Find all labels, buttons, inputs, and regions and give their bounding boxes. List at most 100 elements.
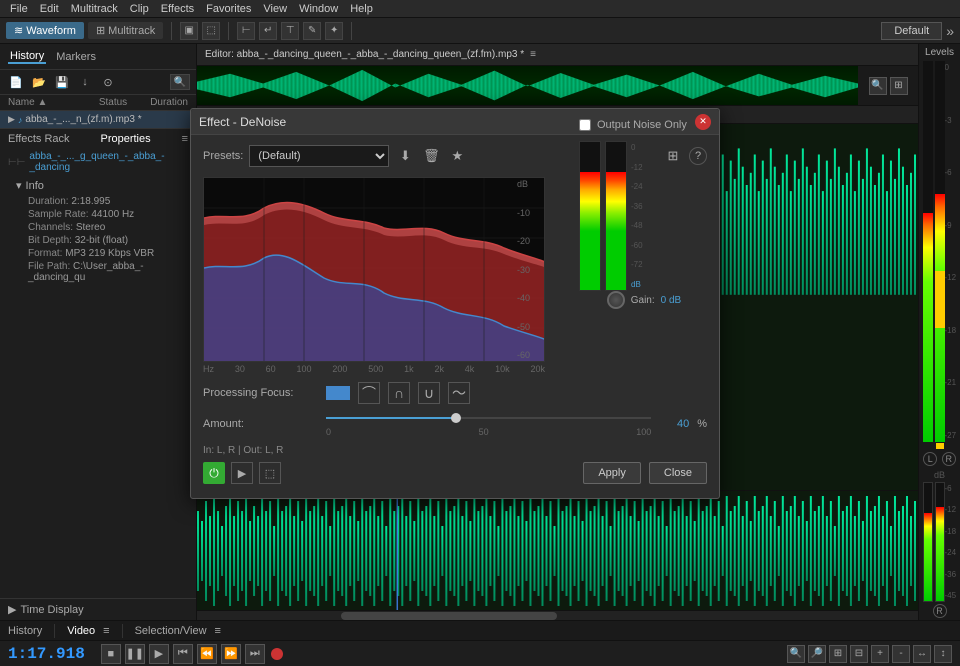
waveform-bottom-svg — [197, 491, 918, 610]
time-display: 1:17.918 — [8, 645, 85, 663]
file-record-btn[interactable]: ⊙ — [98, 73, 118, 91]
processing-label: Processing Focus: — [203, 387, 318, 399]
output-noise-row: Output Noise Only — [579, 119, 709, 131]
waveform-overview-canvas[interactable] — [197, 66, 918, 105]
gain-knob[interactable] — [607, 291, 625, 309]
menu-effects[interactable]: Effects — [155, 3, 200, 15]
pause-btn[interactable]: ❚❚ — [125, 644, 145, 664]
waveform-bottom[interactable] — [197, 490, 918, 610]
output-noise-checkbox[interactable] — [579, 119, 591, 131]
info-header[interactable]: ▾ Info — [16, 179, 180, 192]
processing-focus-btn[interactable] — [326, 386, 350, 400]
dialog-output-btn[interactable]: ⬚ — [259, 462, 281, 484]
zoom-out-btn[interactable]: 🔎 — [808, 645, 826, 663]
menu-view[interactable]: View — [257, 3, 293, 15]
presets-select[interactable]: (Default) — [249, 145, 389, 167]
waveform-icon: ≋ — [14, 24, 23, 37]
curve-btn-2[interactable]: ∩ — [388, 382, 410, 404]
time-display-header[interactable]: ▶ Time Display — [8, 603, 188, 616]
default-preset-btn[interactable]: Default — [881, 22, 942, 40]
amount-slider-thumb[interactable] — [451, 413, 461, 423]
zoom-fit-btn[interactable]: ↔ — [913, 645, 931, 663]
presets-label: Presets: — [203, 150, 243, 162]
close-btn[interactable]: Close — [649, 462, 707, 484]
selection-menu[interactable]: ≡ — [215, 625, 221, 637]
effects-header: Effects Rack Properties ≡ — [8, 133, 188, 145]
editor-menu-icon[interactable]: ≡ — [530, 49, 536, 60]
file-item[interactable]: ▶ ♪ abba_-_..._n_(zf.m).mp3 * — [0, 111, 196, 128]
menu-help[interactable]: Help — [344, 3, 379, 15]
amount-row: Amount: 0 50 100 40 % — [203, 410, 707, 437]
expand-arrows-btn[interactable]: » — [946, 23, 954, 39]
menu-multitrack[interactable]: Multitrack — [65, 3, 124, 15]
left-meter-fill — [580, 172, 600, 290]
zoom-in-btn[interactable]: 🔍 — [787, 645, 805, 663]
file-import-btn[interactable]: ↓ — [75, 73, 95, 91]
menu-window[interactable]: Window — [293, 3, 344, 15]
multitrack-btn[interactable]: ⊞ Multitrack — [88, 22, 163, 39]
skip-back-btn[interactable]: ⏮ — [173, 644, 193, 664]
record-btn[interactable] — [271, 648, 283, 660]
video-tab-menu[interactable]: ≡ — [103, 625, 109, 637]
right-meter — [605, 141, 627, 291]
toolbar-icon-7[interactable]: ✦ — [325, 22, 343, 40]
level-meter-area-2: -6 -12 -18 -24 -36 -45 — [921, 482, 959, 602]
zoom-full-audio-btn[interactable]: ⊟ — [850, 645, 868, 663]
menu-file[interactable]: File — [4, 3, 34, 15]
io-row: In: L, R | Out: L, R — [203, 445, 707, 456]
preset-delete-btn[interactable]: 🗑 — [421, 146, 441, 166]
dialog-play-btn[interactable]: ▶ — [231, 462, 253, 484]
zoom-time-btn[interactable]: ⊞ — [829, 645, 847, 663]
tab-files[interactable]: History — [8, 50, 46, 64]
zoom-out-h[interactable]: - — [892, 645, 910, 663]
properties-label[interactable]: Properties — [100, 133, 150, 145]
file-new-btn[interactable]: 📄 — [6, 73, 26, 91]
file-search-btn[interactable]: 🔍 — [170, 74, 190, 90]
amount-pct: % — [697, 418, 707, 430]
info-chevron: ▾ — [16, 179, 22, 192]
play-btn[interactable]: ▶ — [149, 644, 169, 664]
rewind-btn[interactable]: ⏪ — [197, 644, 217, 664]
freq-canvas[interactable] — [203, 177, 545, 362]
curve-btn-3[interactable]: ∪ — [418, 382, 440, 404]
file-save-btn[interactable]: 💾 — [52, 73, 72, 91]
level-fill-R-2 — [936, 507, 944, 601]
level-fill-L — [923, 213, 933, 442]
stop-btn[interactable]: ■ — [101, 644, 121, 664]
fast-forward-btn[interactable]: ⏩ — [221, 644, 241, 664]
preset-favorite-btn[interactable]: ★ — [447, 146, 467, 166]
skip-forward-btn[interactable]: ⏭ — [245, 644, 265, 664]
prop-menu-icon[interactable]: ≡ — [182, 133, 188, 145]
toolbar-icon-1[interactable]: ▣ — [180, 22, 198, 40]
scrollbar-thumb[interactable] — [341, 612, 557, 620]
toolbar-icon-6[interactable]: ✎ — [303, 22, 321, 40]
history-tab[interactable]: History — [8, 625, 42, 637]
zoom-in-overview-btn[interactable]: 🔍 — [869, 77, 887, 95]
toolbar-icon-5[interactable]: ⊤ — [281, 22, 299, 40]
curve-btn-4[interactable]: 〜 — [448, 382, 470, 404]
effect-chain-icon: ⊢⊢ — [8, 157, 25, 168]
waveform-btn[interactable]: ≋ Waveform — [6, 22, 84, 39]
db-21: -21 — [945, 378, 959, 387]
menu-favorites[interactable]: Favorites — [200, 3, 257, 15]
h-scrollbar[interactable] — [197, 610, 918, 620]
video-tab[interactable]: Video — [67, 625, 95, 637]
effect-item[interactable]: ⊢⊢ abba_-_..._g_queen_-_abba_-_dancing — [8, 149, 188, 175]
file-headers: Name ▲ Status Duration — [0, 95, 196, 111]
apply-btn[interactable]: Apply — [583, 462, 641, 484]
zoom-in-h[interactable]: + — [871, 645, 889, 663]
toolbar-icon-3[interactable]: ⊢ — [237, 22, 255, 40]
menu-edit[interactable]: Edit — [34, 3, 65, 15]
tab-markers[interactable]: Markers — [54, 51, 98, 63]
menu-clip[interactable]: Clip — [124, 3, 155, 15]
zoom-amp-btn[interactable]: ↕ — [934, 645, 952, 663]
dialog-power-btn[interactable]: ⏻ — [203, 462, 225, 484]
curve-btn-1[interactable]: ⌒ — [358, 382, 380, 404]
amount-slider-track[interactable] — [326, 417, 651, 419]
toolbar-icon-2[interactable]: ⬚ — [202, 22, 220, 40]
file-status-header: Status — [93, 97, 133, 108]
toolbar-icon-4[interactable]: ↵ — [259, 22, 277, 40]
file-open-btn[interactable]: 📂 — [29, 73, 49, 91]
preset-download-btn[interactable]: ⬇ — [395, 146, 415, 166]
zoom-full-btn[interactable]: ⊞ — [890, 77, 908, 95]
